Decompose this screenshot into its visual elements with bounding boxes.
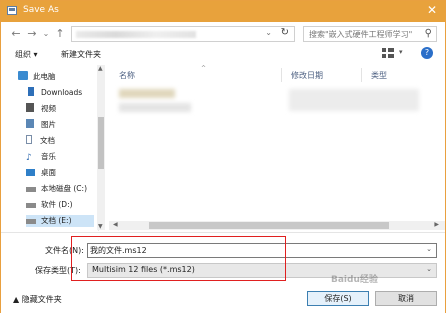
sidebar-item-documents[interactable]: 文档 xyxy=(26,135,106,147)
search-icon[interactable]: ⚲ xyxy=(425,28,432,39)
pictures-icon xyxy=(26,119,34,128)
sidebar-item-drive-c[interactable]: 本地磁盘 (C:) xyxy=(26,183,106,195)
column-divider[interactable] xyxy=(361,68,362,82)
scroll-left-icon[interactable]: ◀ xyxy=(113,221,118,228)
navigation-scrollbar[interactable]: ▲ ▼ xyxy=(97,65,105,230)
sidebar-item-videos[interactable]: 视频 xyxy=(26,103,106,115)
file-list: ^ 名称 修改日期 类型 xyxy=(109,65,445,230)
close-button[interactable]: ✕ xyxy=(427,3,437,17)
drive-icon xyxy=(26,203,36,208)
column-header-name[interactable]: 名称 xyxy=(119,70,135,81)
toolbar: 组织 ▾ 新建文件夹 ▾ ? xyxy=(1,47,445,64)
column-header-type[interactable]: 类型 xyxy=(371,70,387,81)
view-dropdown-icon[interactable]: ▾ xyxy=(399,48,403,56)
view-options-icon[interactable] xyxy=(382,48,394,58)
column-header-modified[interactable]: 修改日期 xyxy=(291,70,323,81)
save-button[interactable]: 保存(S) xyxy=(307,291,369,306)
drive-icon xyxy=(26,187,36,192)
new-folder-button[interactable]: 新建文件夹 xyxy=(61,49,101,60)
watermark: Baidu经验 xyxy=(331,275,378,285)
desktop-icon xyxy=(26,169,35,176)
save-as-dialog: Save As ✕ ← → ⌄ ↑ ⌄ ↻ 搜索"嵌入式硬件工程师学习" ⚲ 组… xyxy=(0,0,446,314)
horizontal-scrollbar[interactable]: ◀ ▶ xyxy=(109,221,445,230)
scroll-up-icon[interactable]: ▲ xyxy=(98,65,103,72)
column-divider[interactable] xyxy=(281,68,282,82)
sidebar-item-pictures[interactable]: 图片 xyxy=(26,119,106,131)
blurred-file-row xyxy=(119,103,191,112)
music-icon: ♪ xyxy=(26,153,32,163)
sidebar-item-desktop[interactable]: 桌面 xyxy=(26,167,106,179)
sidebar-item-drive-e[interactable]: 文档 (E:) xyxy=(26,215,94,227)
sort-arrow-icon: ^ xyxy=(201,65,207,72)
back-button[interactable]: ← xyxy=(9,26,23,42)
hide-folders-label: 隐藏文件夹 xyxy=(21,295,62,304)
address-row: ← → ⌄ ↑ ⌄ ↻ 搜索"嵌入式硬件工程师学习" ⚲ xyxy=(1,23,445,47)
highlight-annotation-box xyxy=(71,236,286,281)
search-placeholder: 搜索"嵌入式硬件工程师学习" xyxy=(309,30,413,39)
address-dropdown-icon[interactable]: ⌄ xyxy=(265,28,272,37)
documents-icon xyxy=(26,135,32,144)
address-bar[interactable]: ⌄ ↻ xyxy=(71,26,295,42)
blurred-file-row xyxy=(119,89,175,98)
sidebar-item-downloads[interactable]: Downloads xyxy=(26,87,106,99)
video-icon xyxy=(26,103,34,112)
navigation-pane: 此电脑 Downloads 视频 图片 文档 ♪ 音乐 桌面 本地磁盘 (C:) … xyxy=(6,65,99,231)
organize-menu[interactable]: 组织 ▾ xyxy=(15,49,38,60)
downloads-icon xyxy=(28,87,34,96)
cancel-button[interactable]: 取消 xyxy=(375,291,437,306)
title-bar: Save As ✕ xyxy=(1,1,445,22)
filename-dropdown-icon[interactable]: ⌄ xyxy=(426,245,432,253)
scroll-thumb[interactable] xyxy=(98,117,104,169)
forward-button[interactable]: → xyxy=(25,26,39,42)
scroll-down-icon[interactable]: ▼ xyxy=(98,223,103,230)
help-icon[interactable]: ? xyxy=(421,47,433,59)
scroll-thumb[interactable] xyxy=(149,222,389,229)
scroll-right-icon[interactable]: ▶ xyxy=(434,221,439,228)
address-path-blurred xyxy=(76,31,196,38)
refresh-icon[interactable]: ↻ xyxy=(281,27,289,38)
search-input[interactable]: 搜索"嵌入式硬件工程师学习" ⚲ xyxy=(303,26,437,42)
blurred-file-details xyxy=(289,89,419,111)
drive-icon xyxy=(26,219,36,224)
window-title: Save As xyxy=(23,5,59,15)
up-button[interactable]: ↑ xyxy=(53,26,67,42)
sidebar-item-music[interactable]: ♪ 音乐 xyxy=(26,151,106,163)
hide-folders-button[interactable]: ▲ 隐藏文件夹 xyxy=(13,294,62,305)
computer-icon xyxy=(18,71,28,80)
window-icon xyxy=(7,6,17,15)
recent-locations-button[interactable]: ⌄ xyxy=(39,26,53,42)
sidebar-item-this-pc[interactable]: 此电脑 xyxy=(18,71,98,83)
save-type-dropdown-icon[interactable]: ⌄ xyxy=(426,265,432,273)
sidebar-item-drive-d[interactable]: 软件 (D:) xyxy=(26,199,106,211)
